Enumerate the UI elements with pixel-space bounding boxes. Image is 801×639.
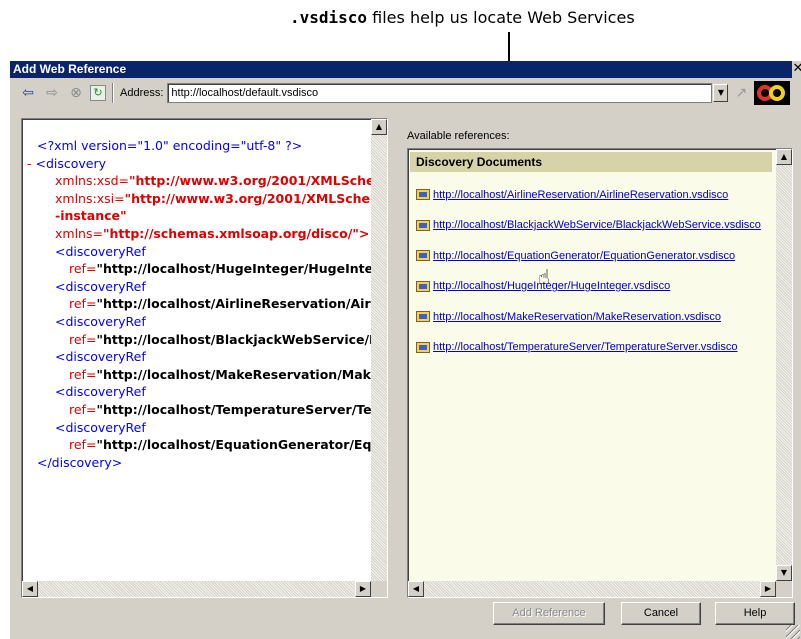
list-item[interactable]: http://localhost/EquationGenerator/Equat…	[416, 246, 772, 265]
xml-discoveryref-tag: <discoveryRef	[55, 384, 146, 400]
refresh-icon[interactable]: ↻	[90, 85, 106, 101]
xml-discoveryref-tag: <discoveryRef	[55, 313, 146, 329]
xml-discoveryref-tag: <discoveryRef	[55, 243, 146, 259]
reference-link[interactable]: http://localhost/MakeReservation/MakeRes…	[433, 311, 721, 323]
right-horizontal-scrollbar[interactable]: ◀ ▶	[408, 581, 776, 597]
callout-code: .vsdisco	[290, 8, 368, 27]
xml-ref-line: ref="http://localhost/EquationGenerator/…	[69, 437, 372, 453]
help-button[interactable]: Help	[715, 602, 795, 625]
xml-document: <?xml version="1.0" encoding="utf-8" ?> …	[27, 137, 372, 471]
xml-ref-line: ref="http://localhost/BlackjackWebServic…	[69, 331, 372, 347]
window-title: Add Web Reference	[13, 62, 127, 76]
reference-links-list: http://localhost/AirlineReservation/Airl…	[416, 185, 772, 368]
stop-icon[interactable]: ⊗	[66, 83, 86, 103]
xml-declaration: <?xml version="1.0" encoding="utf-8" ?>	[37, 138, 303, 153]
callout-text: files help us locate Web Services	[367, 8, 635, 27]
disco-file-icon	[416, 311, 430, 322]
reference-link[interactable]: http://localhost/AirlineReservation/Airl…	[433, 189, 728, 201]
xml-discoveryref-tag: <discoveryRef	[55, 349, 146, 365]
reference-link[interactable]: http://localhost/BlackjackWebService/Bla…	[433, 219, 761, 231]
xml-xsd-line: xmlns:xsd="http://www.w3.org/2001/XMLSch…	[55, 173, 372, 189]
right-vertical-scrollbar[interactable]: ▲ ▼	[776, 149, 792, 581]
xml-xsi-line: xmlns:xsi="http://www.w3.org/2001/XMLSch…	[55, 190, 372, 206]
disco-file-icon	[416, 250, 430, 261]
scroll-right-button[interactable]: ▶	[760, 581, 776, 597]
xml-ref-line: ref="http://localhost/MakeReservation/Ma…	[69, 366, 372, 382]
xml-ref-line: ref="http://localhost/HugeInteger/HugeIn…	[69, 261, 372, 277]
xml-discovery-close: </discovery>	[37, 454, 123, 470]
go-icon[interactable]: ↗	[732, 83, 750, 103]
scroll-corner	[776, 581, 792, 597]
available-references-pane: Discovery Documents http://localhost/Air…	[407, 148, 793, 598]
discovery-documents-header: Discovery Documents	[410, 152, 772, 172]
scroll-left-button[interactable]: ◀	[22, 581, 38, 597]
disco-file-icon	[416, 219, 430, 231]
list-item[interactable]: http://localhost/BlackjackWebService/Bla…	[416, 216, 772, 235]
list-item[interactable]: http://localhost/MakeReservation/MakeRes…	[416, 307, 772, 326]
scroll-right-button[interactable]: ▶	[355, 581, 371, 597]
add-reference-button[interactable]: Add Reference	[493, 602, 605, 625]
xml-discovery-open[interactable]: - <discovery	[27, 155, 372, 173]
callout-caption: .vsdisco files help us locate Web Servic…	[290, 8, 635, 27]
xml-view-pane[interactable]: <?xml version="1.0" encoding="utf-8" ?> …	[21, 118, 388, 598]
scroll-down-button[interactable]: ▼	[776, 565, 792, 581]
xml-discoveryref-tag: <discoveryRef	[55, 278, 146, 294]
left-vertical-scrollbar[interactable]: ▲	[371, 119, 387, 581]
cancel-button[interactable]: Cancel	[621, 602, 701, 625]
toolbar: ⇦ ⇨ ⊗ ↻ Address: http://localhost/defaul…	[10, 79, 800, 107]
disco-file-icon	[416, 341, 430, 353]
reference-link[interactable]: http://localhost/EquationGenerator/Equat…	[433, 250, 735, 262]
close-icon[interactable]: ✕	[792, 61, 801, 78]
address-dropdown-button[interactable]: ▼	[713, 84, 729, 102]
forward-arrow-icon[interactable]: ⇨	[42, 83, 62, 103]
xml-ref-line: ref="http://localhost/TemperatureServer/…	[69, 401, 372, 417]
address-label: Address:	[120, 87, 164, 99]
scroll-corner	[371, 581, 387, 597]
toolbar-separator	[112, 83, 114, 103]
disco-file-icon	[416, 189, 430, 200]
available-references-label: Available references:	[407, 130, 510, 142]
xml-ref-line: ref="http://localhost/AirlineReservation…	[69, 296, 372, 312]
add-web-reference-dialog: Add Web Reference ✕ ⇦ ⇨ ⊗ ↻ Address: htt…	[10, 61, 801, 639]
back-arrow-icon[interactable]: ⇦	[18, 83, 38, 103]
scroll-up-button[interactable]: ▲	[776, 149, 792, 165]
discovery-tag: <discovery	[35, 155, 107, 171]
title-bar: Add Web Reference	[10, 61, 800, 78]
list-item[interactable]: http://localhost/HugeInteger/HugeInteger…	[416, 277, 772, 296]
scroll-up-button[interactable]: ▲	[371, 119, 387, 135]
scroll-left-button[interactable]: ◀	[408, 581, 424, 597]
vs-logo-icon	[754, 81, 791, 105]
xml-xsi-line2: -instance"	[55, 208, 127, 224]
xml-discoveryref-tag: <discoveryRef	[55, 419, 146, 435]
address-input[interactable]: http://localhost/default.vsdisco	[167, 83, 713, 103]
disco-file-icon	[416, 280, 430, 292]
hand-cursor-icon: ☝	[538, 265, 551, 289]
xml-xmlns-line: xmlns="http://schemas.xmlsoap.org/disco/…	[55, 225, 370, 241]
resize-grip[interactable]	[786, 625, 800, 639]
reference-link[interactable]: http://localhost/HugeInteger/HugeInteger…	[433, 280, 670, 292]
reference-link[interactable]: http://localhost/TemperatureServer/Tempe…	[433, 341, 737, 353]
list-item[interactable]: http://localhost/AirlineReservation/Airl…	[416, 185, 772, 204]
list-item[interactable]: http://localhost/TemperatureServer/Tempe…	[416, 338, 772, 357]
left-horizontal-scrollbar[interactable]: ◀ ▶	[22, 581, 371, 597]
